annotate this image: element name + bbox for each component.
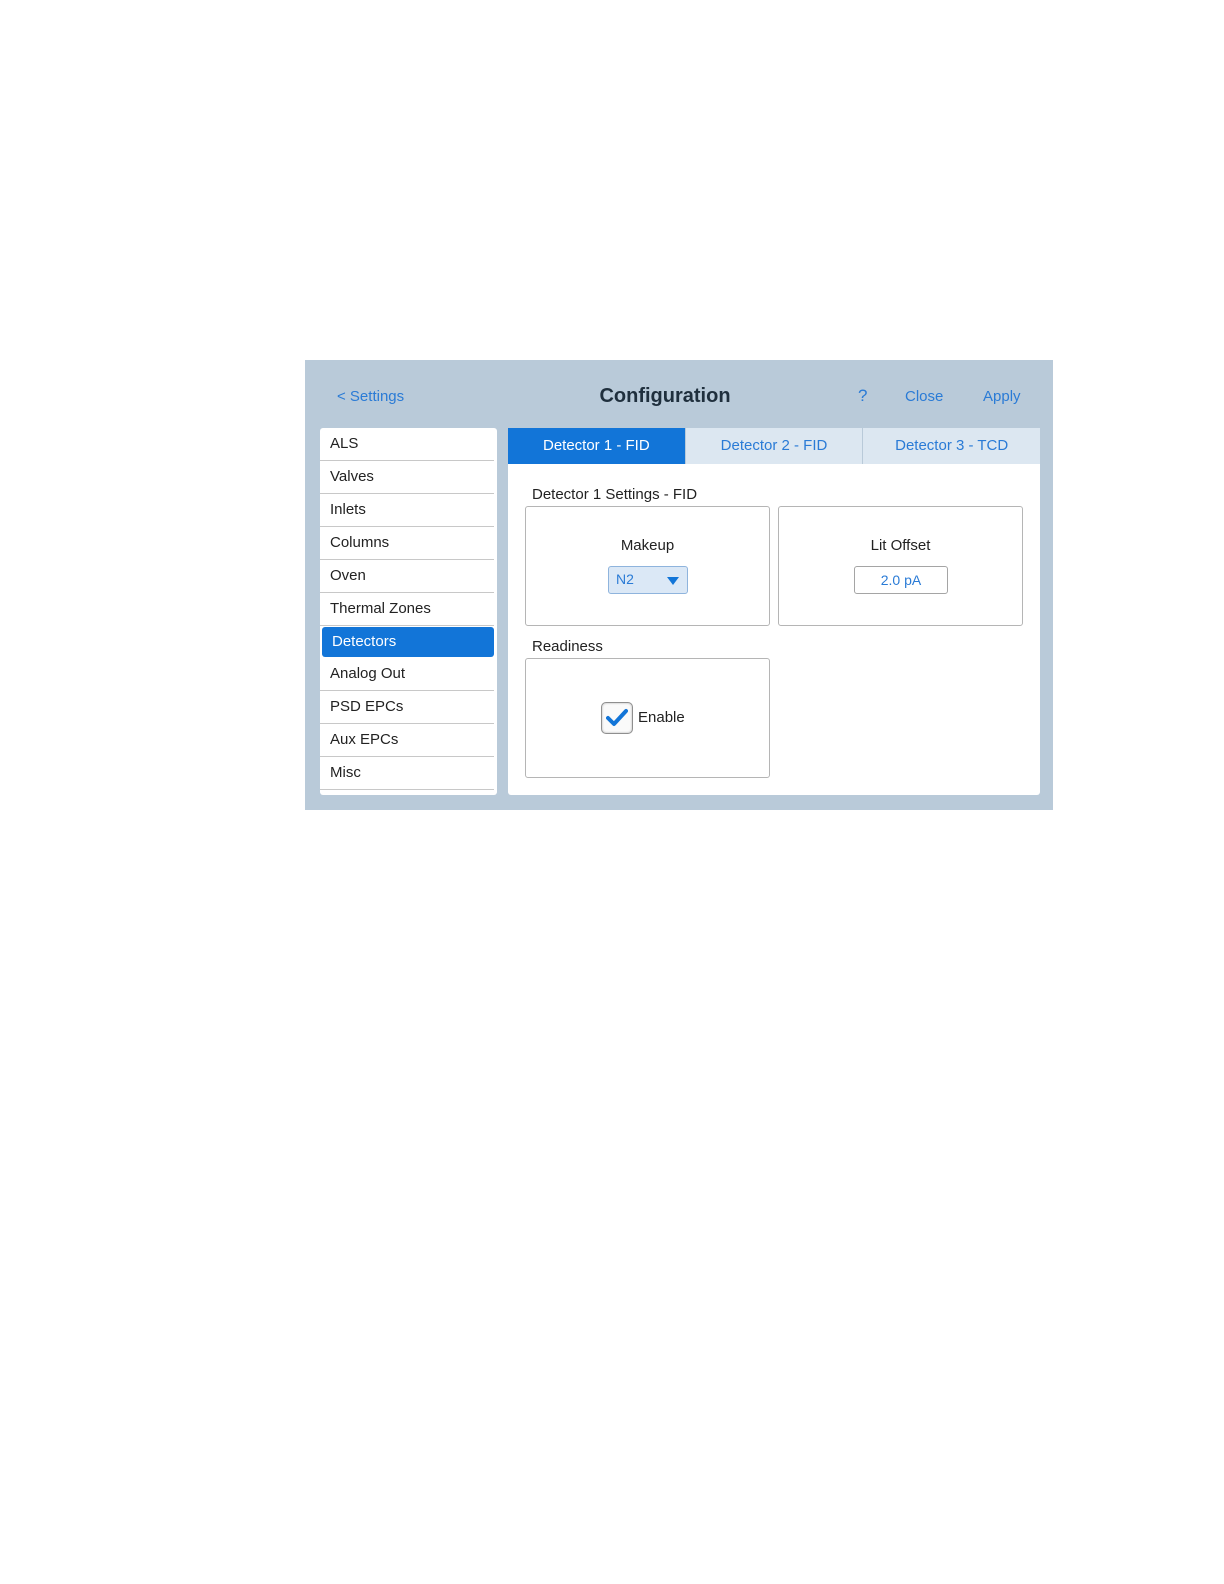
lit-offset-input[interactable]: 2.0 pA xyxy=(854,566,948,594)
sidebar-item-analog-out[interactable]: Analog Out xyxy=(320,658,494,691)
settings-section-title: Detector 1 Settings - FID xyxy=(532,486,698,503)
sidebar-item-oven[interactable]: Oven xyxy=(320,560,494,593)
sidebar-item-aux-epcs[interactable]: Aux EPCs xyxy=(320,724,494,757)
sidebar-item-als[interactable]: ALS xyxy=(320,428,494,461)
enable-label: Enable xyxy=(638,709,685,726)
sidebar-item-detectors[interactable]: Detectors xyxy=(322,627,494,657)
tab-detector-3[interactable]: Detector 3 - TCD xyxy=(863,428,1040,464)
readiness-box: Enable xyxy=(525,658,770,778)
lit-offset-box: Lit Offset 2.0 pA xyxy=(778,506,1023,626)
sidebar-item-inlets[interactable]: Inlets xyxy=(320,494,494,527)
sidebar-item-psd-epcs[interactable]: PSD EPCs xyxy=(320,691,494,724)
makeup-label: Makeup xyxy=(620,537,675,554)
sidebar-item-columns[interactable]: Columns xyxy=(320,527,494,560)
makeup-value: N2 xyxy=(616,571,634,587)
tab-detector-2[interactable]: Detector 2 - FID xyxy=(686,428,864,464)
checkmark-icon xyxy=(606,709,628,726)
readiness-title: Readiness xyxy=(532,638,603,655)
enable-checkbox[interactable] xyxy=(601,702,633,734)
help-button[interactable]: ? xyxy=(858,386,867,406)
sidebar: ALS Valves Inlets Columns Oven Thermal Z… xyxy=(320,428,497,795)
makeup-select[interactable]: N2 xyxy=(608,566,688,594)
configuration-panel: < Settings Configuration ? Close Apply A… xyxy=(305,360,1053,810)
header-bar: < Settings Configuration ? Close Apply xyxy=(305,360,1053,428)
dropdown-arrow-icon xyxy=(667,577,679,585)
sidebar-item-thermal-zones[interactable]: Thermal Zones xyxy=(320,593,494,626)
tab-detector-1[interactable]: Detector 1 - FID xyxy=(508,428,686,464)
sidebar-item-misc[interactable]: Misc xyxy=(320,757,494,790)
makeup-box: Makeup N2 xyxy=(525,506,770,626)
detector-tabs: Detector 1 - FID Detector 2 - FID Detect… xyxy=(508,428,1040,464)
sidebar-item-valves[interactable]: Valves xyxy=(320,461,494,494)
lit-offset-label: Lit Offset xyxy=(870,537,931,554)
close-button[interactable]: Close xyxy=(905,388,943,405)
apply-button[interactable]: Apply xyxy=(983,388,1021,405)
detector-content: Detector 1 - FID Detector 2 - FID Detect… xyxy=(508,428,1040,795)
